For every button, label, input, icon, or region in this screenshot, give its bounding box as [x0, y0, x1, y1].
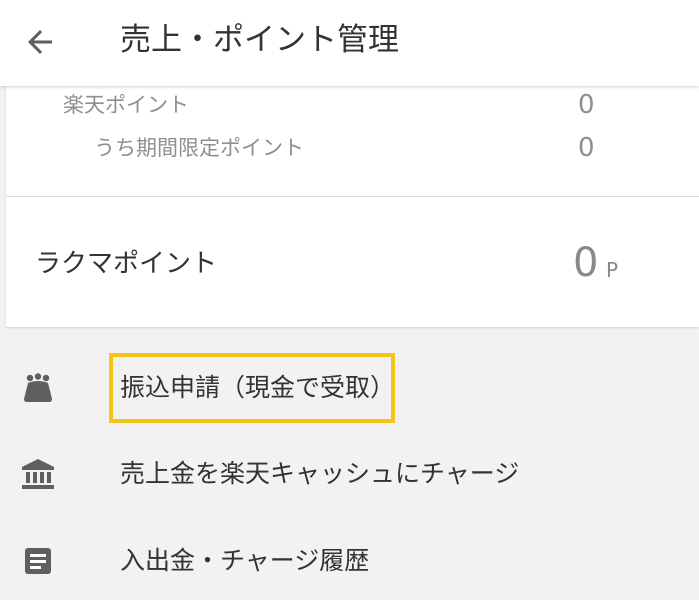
document-icon	[20, 543, 56, 579]
arrow-left-icon	[28, 30, 52, 54]
page-title: 売上・ポイント管理	[120, 22, 399, 58]
rakuten-point-label: 楽天ポイント	[63, 93, 189, 117]
menu-item-charge-rakuten-cash[interactable]: 売上金を楽天キャッシュにチャージ	[0, 438, 699, 510]
menu-item-label: 売上金を楽天キャッシュにチャージ	[120, 459, 520, 488]
menu-item-history[interactable]: 入出金・チャージ履歴	[0, 525, 699, 597]
bank-icon	[20, 456, 56, 492]
limited-point-label: うち期間限定ポイント	[94, 136, 304, 160]
rakuma-point-label: ラクマポイント	[35, 249, 218, 279]
purse-icon	[20, 370, 56, 406]
rakuten-point-value: 0	[578, 90, 595, 120]
limited-point-value: 0	[578, 133, 595, 163]
rakuma-point-unit: P	[606, 258, 619, 282]
rakuma-point-value: 0	[573, 240, 599, 286]
card-divider	[6, 196, 699, 197]
highlight-box	[109, 353, 395, 423]
app-bar: 売上・ポイント管理	[0, 0, 699, 86]
back-button[interactable]	[18, 20, 62, 64]
menu-item-label: 入出金・チャージ履歴	[120, 546, 370, 575]
points-card: 楽天ポイント 0 うち期間限定ポイント 0 ラクマポイント 0 P	[6, 86, 699, 327]
